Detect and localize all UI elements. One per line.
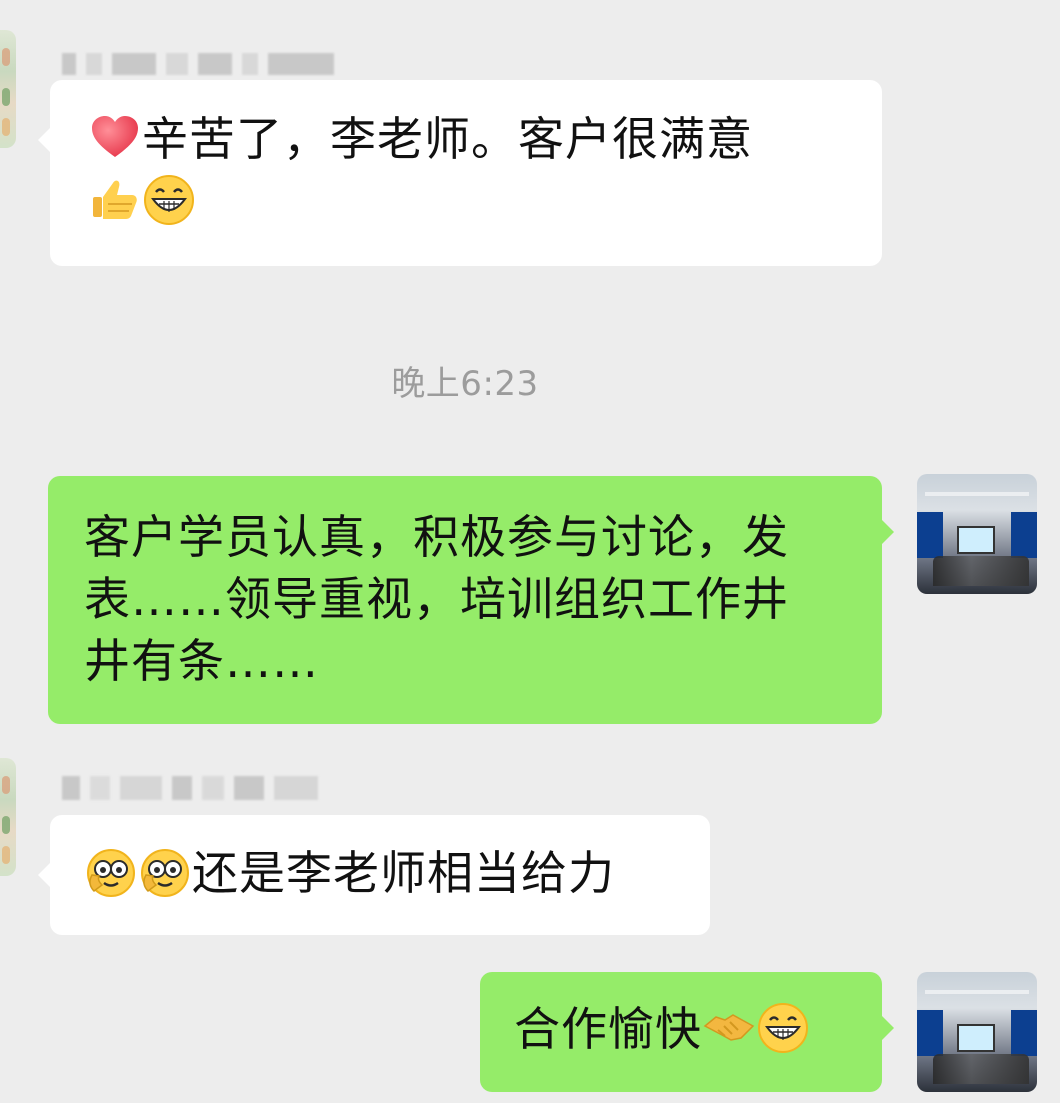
message-bubble-outgoing[interactable]: 客户学员认真，积极参与讨论，发 表……领导重视，培训组织工作井 井有条…… <box>48 476 894 724</box>
salute-face-icon <box>84 845 138 899</box>
message-text-line-3: 井有条…… <box>84 634 319 688</box>
message-text-line-2: 表……领导重视，培训组织工作井 <box>84 572 789 626</box>
message-timestamp: 晚上6:23 <box>391 364 539 404</box>
message-text: 还是李老师相当给力 <box>192 846 615 900</box>
heart-icon <box>88 111 142 165</box>
message-bubble-incoming[interactable]: 辛苦了，李老师。客户很满意 <box>38 80 882 266</box>
message-text: 辛苦了，李老师。客户很满意 <box>142 112 753 166</box>
sender-name-blurred <box>62 53 334 75</box>
message-bubble-outgoing[interactable]: 合作愉快 <box>480 972 894 1092</box>
my-avatar[interactable] <box>917 474 1037 594</box>
message-text-line-1: 客户学员认真，积极参与讨论，发 <box>84 510 789 564</box>
contact-avatar[interactable] <box>0 30 16 148</box>
chat-view: 辛苦了，李老师。客户很满意 晚上6:23 客户学员认真，积极参与讨论，发 表……… <box>0 0 1060 1103</box>
my-avatar[interactable] <box>917 972 1037 1092</box>
contact-avatar[interactable] <box>0 758 16 876</box>
thumbs-up-icon <box>88 173 142 227</box>
message-bubble-incoming[interactable]: 还是李老师相当给力 <box>38 815 710 935</box>
grin-face-icon <box>142 173 196 227</box>
sender-name-blurred <box>62 776 318 800</box>
salute-face-icon <box>138 845 192 899</box>
grin-face-icon <box>756 1001 810 1055</box>
message-text: 合作愉快 <box>514 1002 702 1056</box>
handshake-icon <box>702 1001 756 1055</box>
